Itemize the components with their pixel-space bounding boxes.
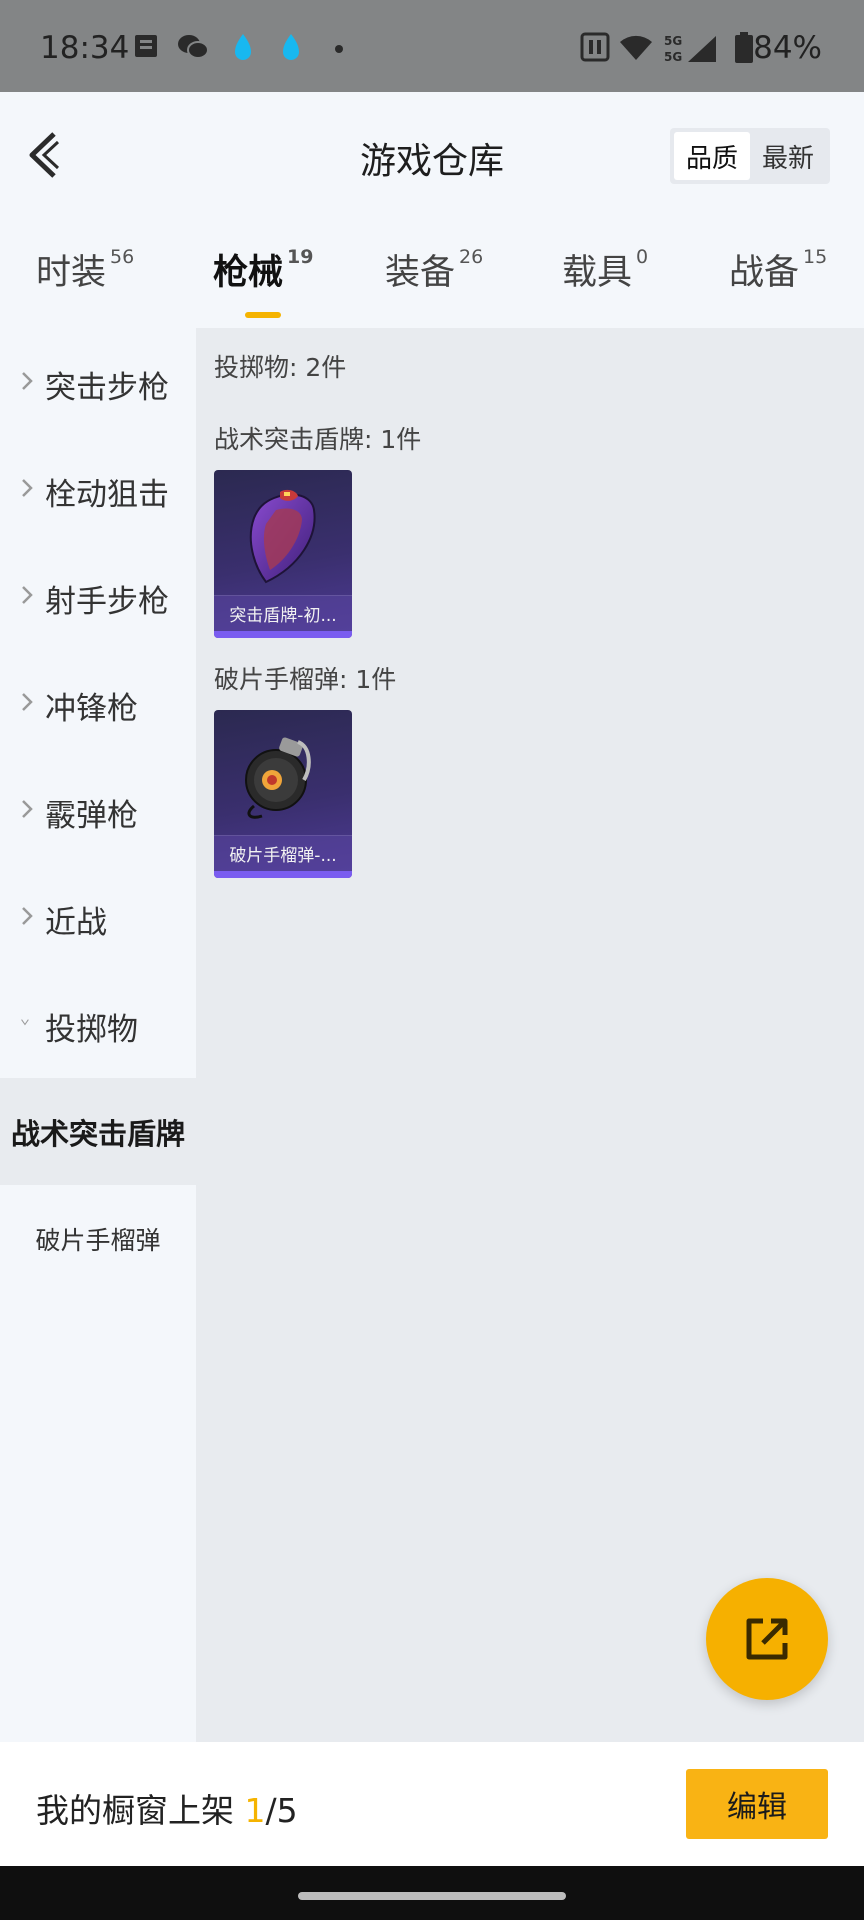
item-card-shield[interactable]: 突击盾牌-初... (214, 470, 352, 638)
sidebar-item-label: 近战 (45, 905, 107, 941)
tab-label: 载具 (562, 253, 633, 293)
chevron-right-icon (22, 479, 33, 497)
sidebar-item-bolt-sniper[interactable]: 栓动狙击 (0, 459, 196, 519)
sidebar-subitem-shield[interactable]: 战术突击盾牌 (0, 1078, 196, 1185)
tab-active-indicator (245, 312, 281, 318)
showcase-current: 1 (244, 1791, 266, 1830)
tab-count: 15 (803, 246, 828, 268)
shield-icon (249, 489, 316, 584)
notes-icon (132, 32, 160, 60)
tab-label: 战备 (729, 253, 800, 293)
rarity-strip (214, 631, 352, 638)
share-external-icon (746, 1618, 788, 1660)
tab-combat-supplies[interactable]: 战备 15 (729, 244, 827, 295)
signal-5g-icon: 5G 5G (664, 32, 720, 64)
status-bar: 18:34 5G 5G 84% (0, 0, 864, 92)
item-panel: 投掷物: 2件 战术突击盾牌: 1件 突击盾牌-初... 破片手榴弹: 1件 破… (196, 328, 864, 1742)
sidebar-item-label: 栓动狙击 (45, 477, 169, 513)
rarity-strip (214, 871, 352, 878)
sidebar-subitem-grenade[interactable]: 破片手榴弹 (0, 1185, 196, 1292)
sidebar-item-melee[interactable]: 近战 (0, 887, 196, 947)
tab-count: 0 (636, 246, 649, 268)
tab-firearms[interactable]: 枪械 19 (213, 244, 314, 318)
chevron-right-icon (22, 800, 33, 818)
drop-icon (232, 32, 254, 62)
sort-toggle: 品质 最新 (670, 128, 830, 184)
chevron-right-icon (22, 586, 33, 604)
status-time: 18:34 (40, 30, 130, 66)
tab-label: 枪械 (213, 253, 284, 293)
tab-vehicles[interactable]: 载具 0 (562, 244, 648, 295)
sidebar-item-label: 霰弹枪 (45, 798, 138, 834)
chevron-down-icon (21, 1019, 29, 1026)
home-gesture-handle[interactable] (298, 1892, 566, 1900)
item-card-grenade[interactable]: 破片手榴弹-... (214, 710, 352, 878)
tab-equipment[interactable]: 装备 26 (385, 244, 483, 295)
sidebar-item-marksman-rifle[interactable]: 射手步枪 (0, 566, 196, 626)
grenade-icon (245, 737, 311, 819)
tab-count: 56 (110, 246, 135, 268)
wechat-icon (176, 32, 210, 62)
sort-quality-button[interactable]: 品质 (674, 132, 750, 180)
nfc-icon (580, 32, 610, 62)
category-tabs: 时装 56 枪械 19 装备 26 载具 0 战备 15 (0, 230, 864, 318)
system-nav-bar (0, 1866, 864, 1920)
share-button[interactable] (706, 1578, 828, 1700)
item-card-label: 突击盾牌-初... (214, 595, 352, 631)
dot-icon (334, 44, 344, 54)
tab-count: 19 (287, 246, 314, 268)
showcase-prefix: 我的橱窗上架 (36, 1791, 245, 1830)
tab-label: 装备 (385, 253, 456, 293)
item-card-label: 破片手榴弹-... (214, 835, 352, 871)
group-title: 破片手榴弹: 1件 (214, 665, 397, 694)
sidebar-item-smg[interactable]: 冲锋枪 (0, 673, 196, 733)
wifi-icon (618, 32, 654, 62)
sidebar-item-label: 投掷物 (45, 1012, 138, 1048)
sidebar-item-throwables[interactable]: 投掷物 (0, 994, 196, 1054)
sidebar: 突击步枪 栓动狙击 射手步枪 冲锋枪 霰弹枪 近战 投掷物 战术突击盾牌 破片手… (0, 328, 196, 1742)
chevron-right-icon (22, 372, 33, 390)
showcase-total: /5 (265, 1791, 298, 1830)
bottom-bar: 我的橱窗上架 1/5 编辑 (0, 1742, 864, 1866)
chevron-right-icon (22, 907, 33, 925)
sidebar-item-label: 冲锋枪 (45, 691, 138, 727)
chevron-right-icon (22, 693, 33, 711)
sidebar-item-label: 射手步枪 (45, 584, 169, 620)
showcase-status: 我的橱窗上架 1/5 (36, 1784, 298, 1832)
sort-latest-button[interactable]: 最新 (750, 132, 826, 180)
group-title: 战术突击盾牌: 1件 (214, 425, 422, 454)
drop-icon (280, 32, 302, 62)
tab-fashion[interactable]: 时装 56 (36, 244, 134, 295)
svg-text:5G: 5G (664, 34, 682, 48)
tab-count: 26 (459, 246, 484, 268)
sidebar-item-label: 突击步枪 (45, 370, 169, 406)
battery-icon (734, 32, 754, 64)
edit-button[interactable]: 编辑 (686, 1769, 828, 1839)
category-count: 投掷物: 2件 (214, 353, 347, 382)
svg-text:5G: 5G (664, 50, 682, 64)
header: 游戏仓库 品质 最新 (0, 92, 864, 217)
tab-label: 时装 (36, 253, 107, 293)
battery-level: 84% (753, 30, 822, 66)
sidebar-item-shotgun[interactable]: 霰弹枪 (0, 780, 196, 840)
sidebar-item-assault-rifle[interactable]: 突击步枪 (0, 352, 196, 412)
